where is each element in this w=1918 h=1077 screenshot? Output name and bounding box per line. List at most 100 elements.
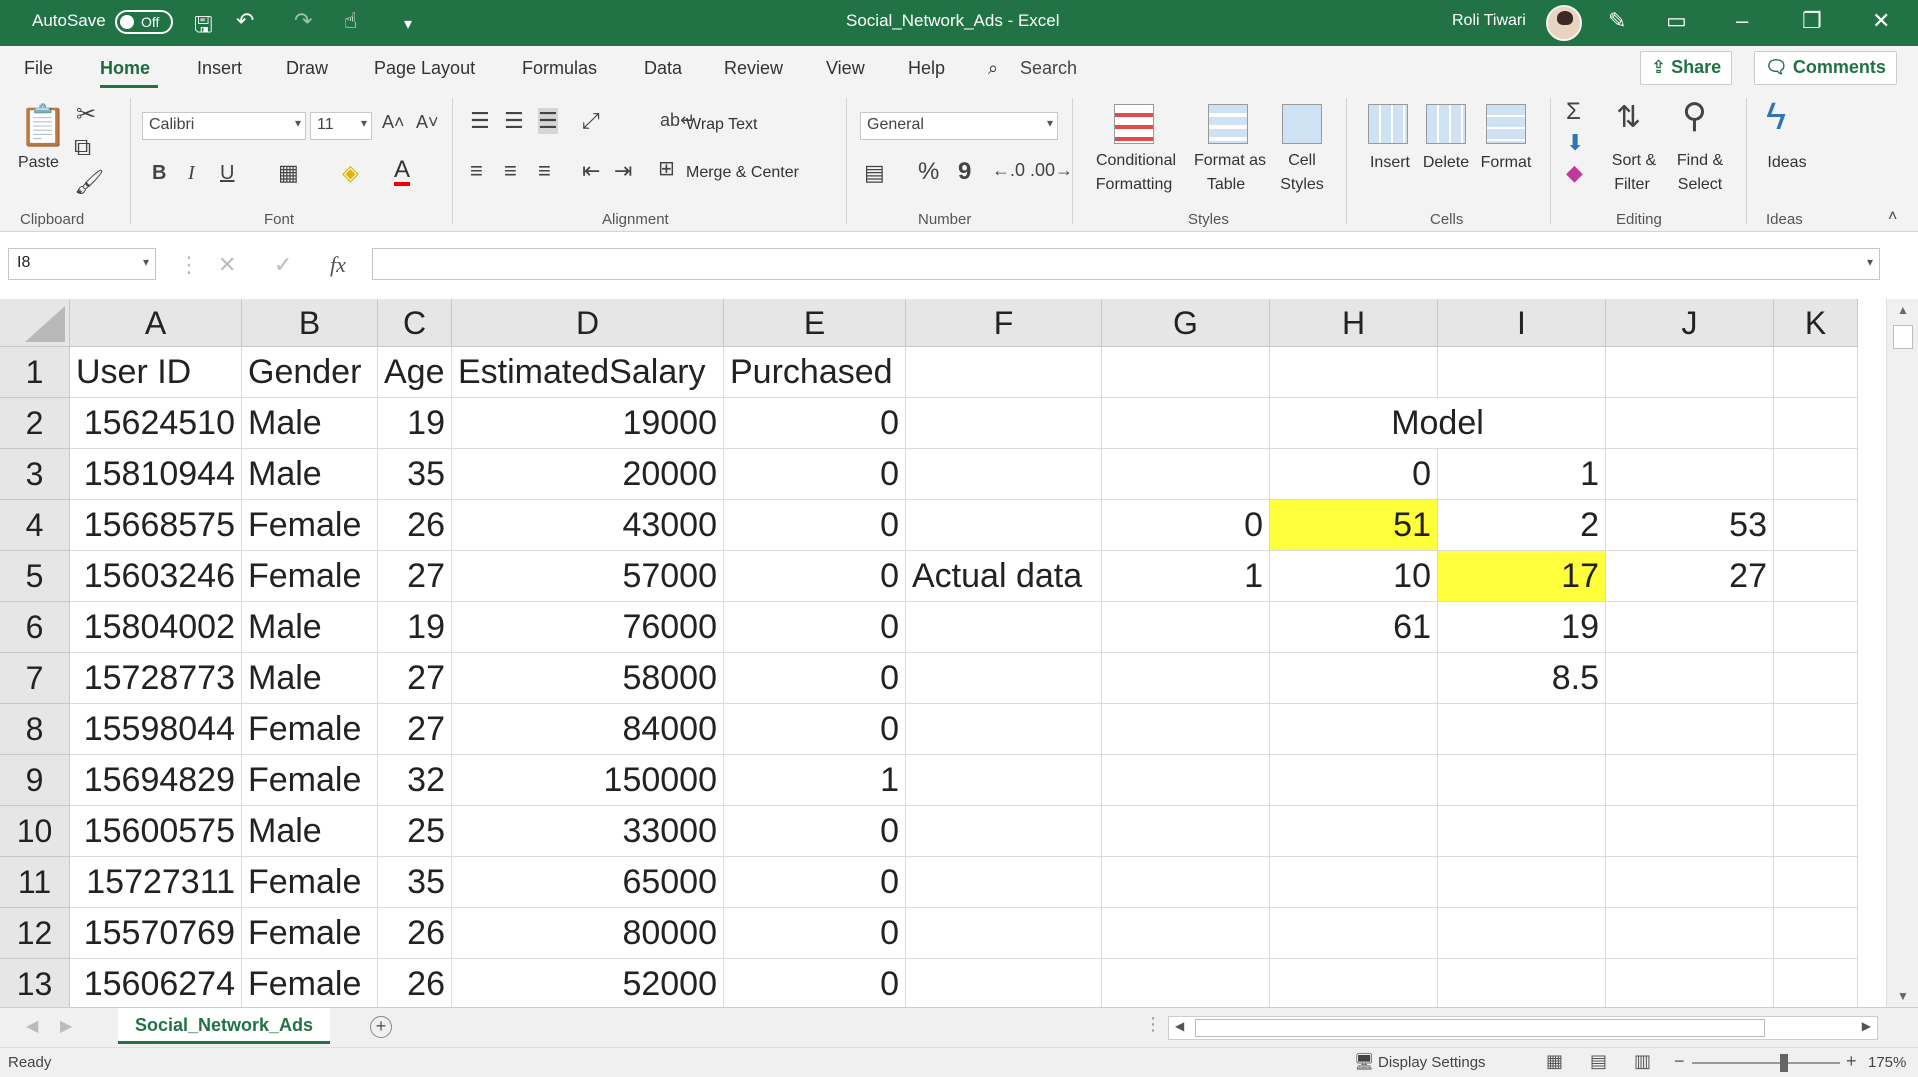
cell-h3[interactable]: 0 <box>1270 449 1438 500</box>
autosum-icon[interactable]: Σ <box>1566 98 1581 126</box>
display-settings-icon[interactable]: 🖥 <box>1354 1052 1374 1072</box>
cell-i12[interactable] <box>1438 908 1606 959</box>
zoom-slider-handle[interactable] <box>1780 1054 1788 1072</box>
cell-d5[interactable]: 57000 <box>452 551 724 602</box>
comma-style-button[interactable]: 9 <box>958 158 971 186</box>
cell-j6[interactable] <box>1606 602 1774 653</box>
cell-i11[interactable] <box>1438 857 1606 908</box>
horizontal-scroll-thumb[interactable] <box>1195 1019 1765 1037</box>
fill-color-icon[interactable]: ◈ <box>342 160 359 186</box>
touch-mode-icon[interactable]: ☝ <box>344 8 357 34</box>
cell-g10[interactable] <box>1102 806 1270 857</box>
close-icon[interactable]: ✕ <box>1872 8 1890 34</box>
cell-k11[interactable] <box>1774 857 1858 908</box>
scroll-left-icon[interactable]: ◀ <box>1175 1019 1184 1033</box>
cell-e6[interactable]: 0 <box>724 602 906 653</box>
italic-button[interactable]: I <box>188 162 195 185</box>
cell-j2[interactable] <box>1606 398 1774 449</box>
cell-f4[interactable] <box>906 500 1102 551</box>
cell-g6[interactable] <box>1102 602 1270 653</box>
page-layout-view-icon[interactable]: ▤ <box>1590 1051 1607 1072</box>
cell-h8[interactable] <box>1270 704 1438 755</box>
column-header-k[interactable]: K <box>1774 299 1858 347</box>
cell-e10[interactable]: 0 <box>724 806 906 857</box>
tab-splitter-icon[interactable]: ⋮ <box>1144 1014 1162 1035</box>
row-header-6[interactable]: 6 <box>0 602 70 653</box>
cell-c7[interactable]: 27 <box>378 653 452 704</box>
column-header-a[interactable]: A <box>70 299 242 347</box>
cell-f9[interactable] <box>906 755 1102 806</box>
align-center-icon[interactable]: ≡ <box>504 158 517 184</box>
cut-icon[interactable]: ✂ <box>76 100 96 129</box>
user-name[interactable]: Roli Tiwari <box>1452 12 1526 30</box>
cell-styles-icon[interactable] <box>1282 104 1322 144</box>
find-select-label-2[interactable]: Select <box>1668 174 1732 196</box>
pen-icon[interactable]: ✎ <box>1608 8 1626 34</box>
cell-e13[interactable]: 0 <box>724 959 906 1007</box>
cell-g2[interactable] <box>1102 398 1270 449</box>
cell-d2[interactable]: 19000 <box>452 398 724 449</box>
autosave-toggle[interactable]: Off <box>115 10 173 34</box>
cell-j13[interactable] <box>1606 959 1774 1007</box>
cell-k12[interactable] <box>1774 908 1858 959</box>
column-header-i[interactable]: I <box>1438 299 1606 347</box>
decrease-font-icon[interactable]: A˅ <box>416 112 439 133</box>
find-select-label-1[interactable]: Find & <box>1668 150 1732 172</box>
cell-i6[interactable]: 19 <box>1438 602 1606 653</box>
cell-h10[interactable] <box>1270 806 1438 857</box>
vertical-scroll-thumb[interactable] <box>1893 325 1913 349</box>
cell-k8[interactable] <box>1774 704 1858 755</box>
copy-icon[interactable]: ⧉ <box>74 134 91 162</box>
cell-d11[interactable]: 65000 <box>452 857 724 908</box>
cell-c9[interactable]: 32 <box>378 755 452 806</box>
sort-filter-icon[interactable]: ⇅ <box>1616 100 1641 135</box>
cell-k4[interactable] <box>1774 500 1858 551</box>
cell-j3[interactable] <box>1606 449 1774 500</box>
cell-i1[interactable] <box>1438 347 1606 398</box>
cell-d13[interactable]: 52000 <box>452 959 724 1007</box>
format-painter-icon[interactable]: 🖌 <box>74 168 104 197</box>
cell-b12[interactable]: Female <box>242 908 378 959</box>
tab-home[interactable]: Home <box>100 58 150 79</box>
display-settings-label[interactable]: Display Settings <box>1378 1054 1486 1071</box>
cell-b2[interactable]: Male <box>242 398 378 449</box>
cell-b1[interactable]: Gender <box>242 347 378 398</box>
cell-c1[interactable]: Age <box>378 347 452 398</box>
row-header-4[interactable]: 4 <box>0 500 70 551</box>
cancel-icon[interactable]: ✕ <box>218 252 236 278</box>
cell-f10[interactable] <box>906 806 1102 857</box>
cell-i4[interactable]: 2 <box>1438 500 1606 551</box>
orientation-icon[interactable]: ⤢ <box>582 108 600 134</box>
cell-j4[interactable]: 53 <box>1606 500 1774 551</box>
cell-e9[interactable]: 1 <box>724 755 906 806</box>
find-select-icon[interactable]: ⚲ <box>1682 96 1707 136</box>
tab-formulas[interactable]: Formulas <box>522 58 597 79</box>
cell-k6[interactable] <box>1774 602 1858 653</box>
cell-f12[interactable] <box>906 908 1102 959</box>
font-color-icon[interactable]: A <box>394 158 411 186</box>
cell-a3[interactable]: 15810944 <box>70 449 242 500</box>
cell-d3[interactable]: 20000 <box>452 449 724 500</box>
cell-j5[interactable]: 27 <box>1606 551 1774 602</box>
cell-h11[interactable] <box>1270 857 1438 908</box>
cell-i3[interactable]: 1 <box>1438 449 1606 500</box>
cell-b5[interactable]: Female <box>242 551 378 602</box>
column-header-b[interactable]: B <box>242 299 378 347</box>
cell-a8[interactable]: 15598044 <box>70 704 242 755</box>
decrease-decimal-icon[interactable]: .00→ <box>1030 160 1073 181</box>
cell-j12[interactable] <box>1606 908 1774 959</box>
underline-button[interactable]: U <box>220 162 234 185</box>
worksheet-grid[interactable]: A B C D E F G H I J K 1 User ID Gender Age EstimatedSal… <box>0 299 1886 1007</box>
cell-k1[interactable] <box>1774 347 1858 398</box>
cell-e3[interactable]: 0 <box>724 449 906 500</box>
cell-i9[interactable] <box>1438 755 1606 806</box>
cell-b3[interactable]: Male <box>242 449 378 500</box>
fill-icon[interactable]: ⬇ <box>1566 130 1584 156</box>
cell-f7[interactable] <box>906 653 1102 704</box>
cell-h13[interactable] <box>1270 959 1438 1007</box>
font-name-combo[interactable]: Calibri ▾ <box>142 112 306 140</box>
share-button[interactable]: ⇪ Share <box>1640 51 1733 85</box>
cell-c13[interactable]: 26 <box>378 959 452 1007</box>
cell-b4[interactable]: Female <box>242 500 378 551</box>
tab-view[interactable]: View <box>826 58 865 79</box>
